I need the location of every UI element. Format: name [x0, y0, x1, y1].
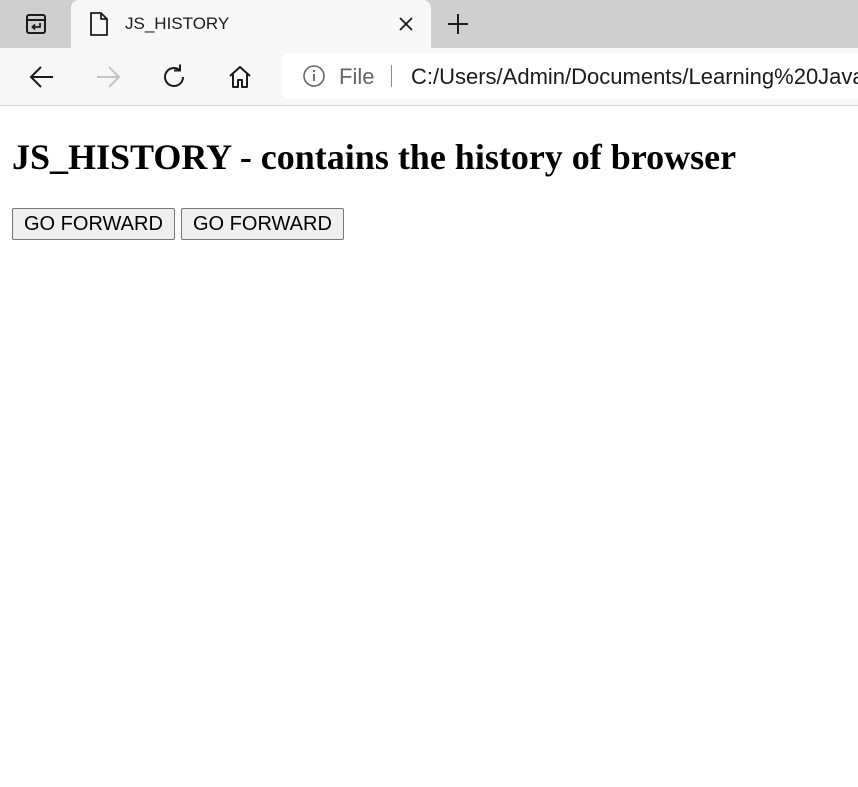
forward-button[interactable] [92, 61, 124, 93]
plus-icon [448, 14, 468, 34]
close-icon[interactable] [397, 15, 415, 33]
back-button[interactable] [26, 61, 58, 93]
url-text[interactable]: C:/Users/Admin/Documents/Learning%20Java… [411, 64, 858, 90]
home-button[interactable] [224, 61, 256, 93]
page-content: JS_HISTORY - contains the history of bro… [0, 106, 858, 787]
go-forward-button[interactable]: GO FORWARD [12, 208, 175, 240]
refresh-icon [164, 64, 184, 88]
page-icon [90, 12, 108, 36]
tab-title: JS_HISTORY [125, 14, 230, 33]
refresh-button[interactable] [158, 61, 190, 93]
page-heading: JS_HISTORY - contains the history of bro… [12, 137, 737, 177]
tab-strip: JS_HISTORY [0, 0, 858, 48]
arrow-right-icon [97, 66, 121, 88]
info-icon[interactable] [302, 64, 326, 88]
address-bar[interactable]: File C:/Users/Admin/Documents/Learning%2… [282, 54, 858, 98]
go-forward-button-2[interactable]: GO FORWARD [181, 208, 344, 240]
scheme-label: File [339, 64, 375, 89]
new-tab-button[interactable] [443, 9, 473, 39]
scheme-divider [391, 65, 392, 87]
arrow-left-icon [29, 66, 53, 88]
browser-toolbar: File C:/Users/Admin/Documents/Learning%2… [0, 48, 858, 106]
home-icon [229, 66, 251, 88]
tab-actions-button[interactable] [13, 10, 59, 38]
tab-actions-icon [26, 14, 46, 34]
browser-tab[interactable]: JS_HISTORY [71, 0, 431, 48]
